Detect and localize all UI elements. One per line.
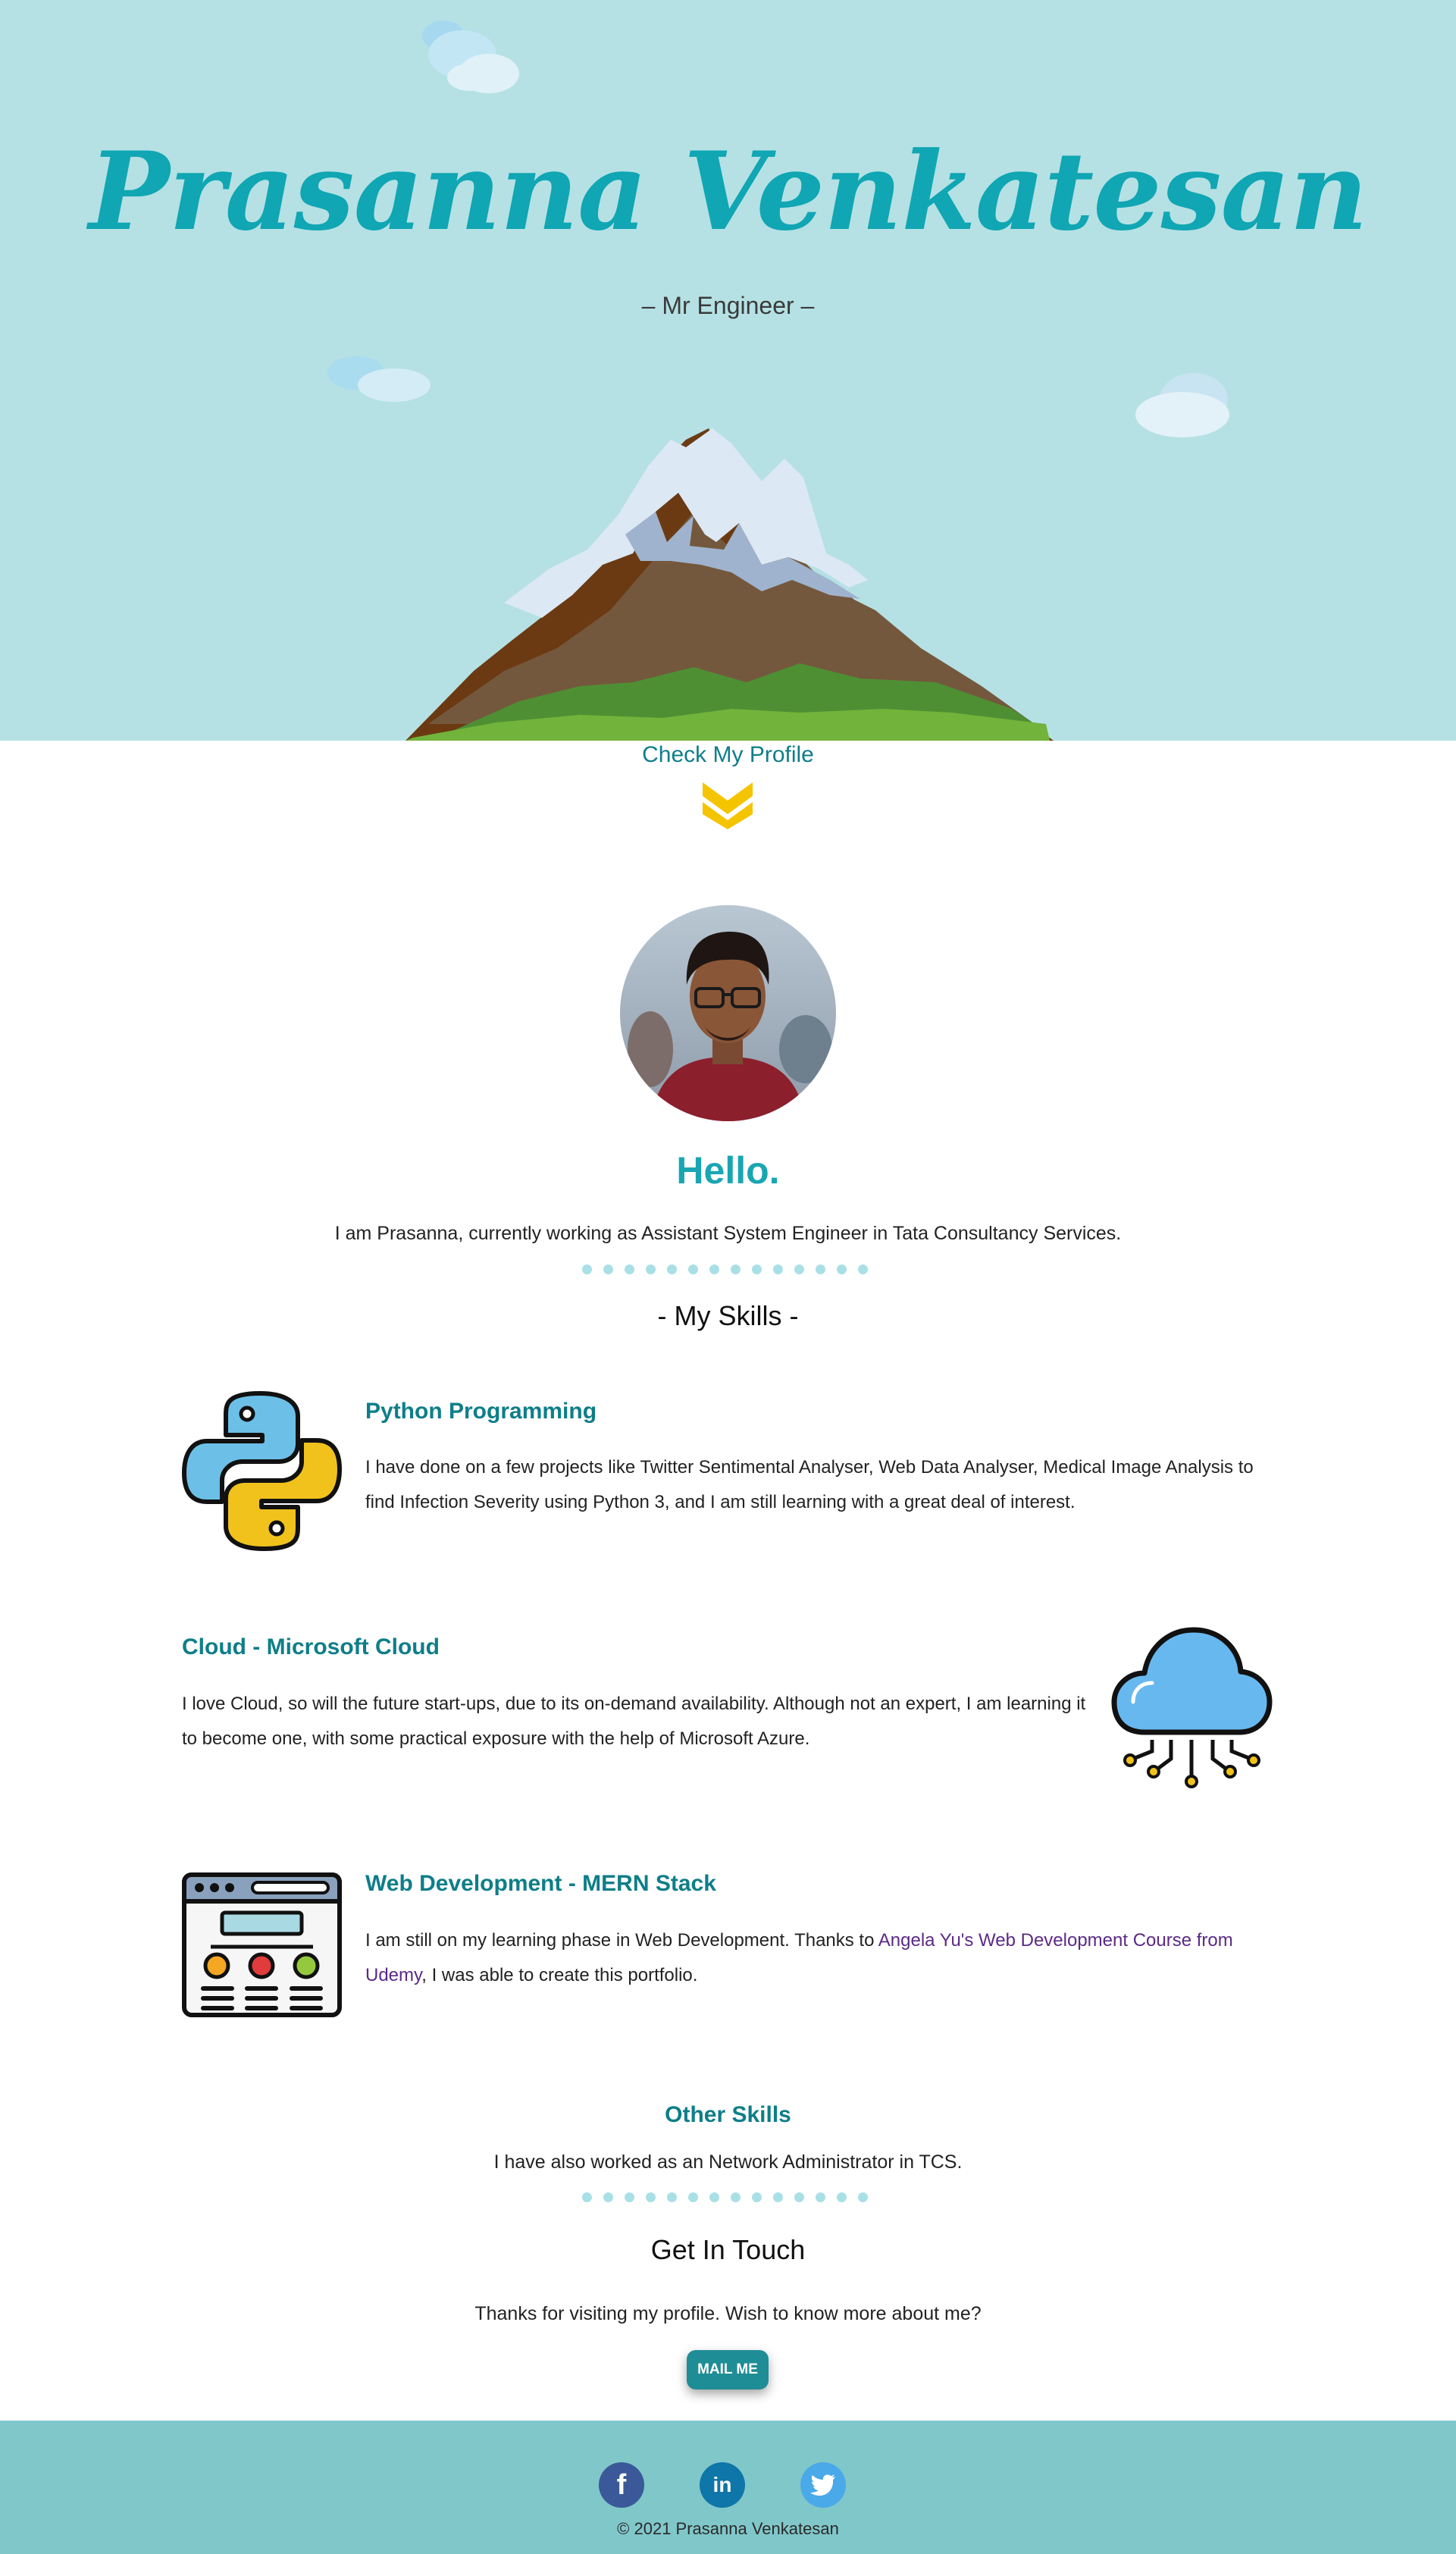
site-subtitle: – Mr Engineer – <box>641 292 815 319</box>
skill-text-other: I have also worked as an Network Adminis… <box>493 2151 963 2173</box>
skill-text-cloud: I love Cloud, so will the future start-u… <box>182 1694 1086 1749</box>
dots-divider <box>576 2189 879 2205</box>
copyright-text: © 2021 Prasanna Venkatesan <box>617 2519 839 2538</box>
twitter-icon[interactable] <box>800 2462 846 2508</box>
footer: f in © 2021 Prasanna Venkatesan <box>0 2421 1456 2554</box>
skill-heading-web: Web Development - MERN Stack <box>365 1871 716 1896</box>
site-title: Prasanna Venkatesan <box>89 129 1368 255</box>
double-chevron-down-icon[interactable] <box>703 779 753 829</box>
cloud-computing-icon <box>1111 1627 1273 1788</box>
contact-text: Thanks for visiting my profile. Wish to … <box>474 2303 982 2324</box>
python-icon <box>182 1391 342 1551</box>
mail-me-button[interactable]: MAIL ME <box>687 2350 769 2389</box>
linkedin-icon[interactable]: in <box>700 2462 745 2508</box>
hero-section: Prasanna Venkatesan – Mr Engineer – <box>0 0 1456 741</box>
skill-heading-other: Other Skills <box>665 2102 791 2127</box>
skill-text-web-before: I am still on my learning phase in Web D… <box>365 1930 878 1951</box>
greeting-heading: Hello. <box>676 1149 780 1192</box>
cloud-icon <box>422 20 519 93</box>
skill-heading-python: Python Programming <box>365 1399 597 1424</box>
avatar <box>620 905 836 1121</box>
skill-text-web: I am still on my learning phase in Web D… <box>365 1923 1282 1993</box>
dots-divider <box>576 1261 879 1277</box>
skills-title: - My Skills - <box>657 1300 799 1331</box>
cloud-icon <box>327 356 431 402</box>
facebook-icon[interactable]: f <box>599 2462 644 2508</box>
mountain-illustration <box>405 428 1054 741</box>
contact-title: Get In Touch <box>650 2234 806 2265</box>
web-browser-icon <box>182 1872 342 2017</box>
skill-heading-cloud: Cloud - Microsoft Cloud <box>182 1634 440 1659</box>
skill-text-web-after: , I was able to create this portfolio. <box>421 1965 698 1985</box>
intro-text: I am Prasanna, currently working as Assi… <box>334 1223 1122 1244</box>
check-profile-link[interactable]: Check My Profile <box>0 742 1456 768</box>
cloud-icon <box>1135 373 1229 437</box>
skill-text-python: I have done on a few projects like Twitt… <box>365 1457 1254 1512</box>
